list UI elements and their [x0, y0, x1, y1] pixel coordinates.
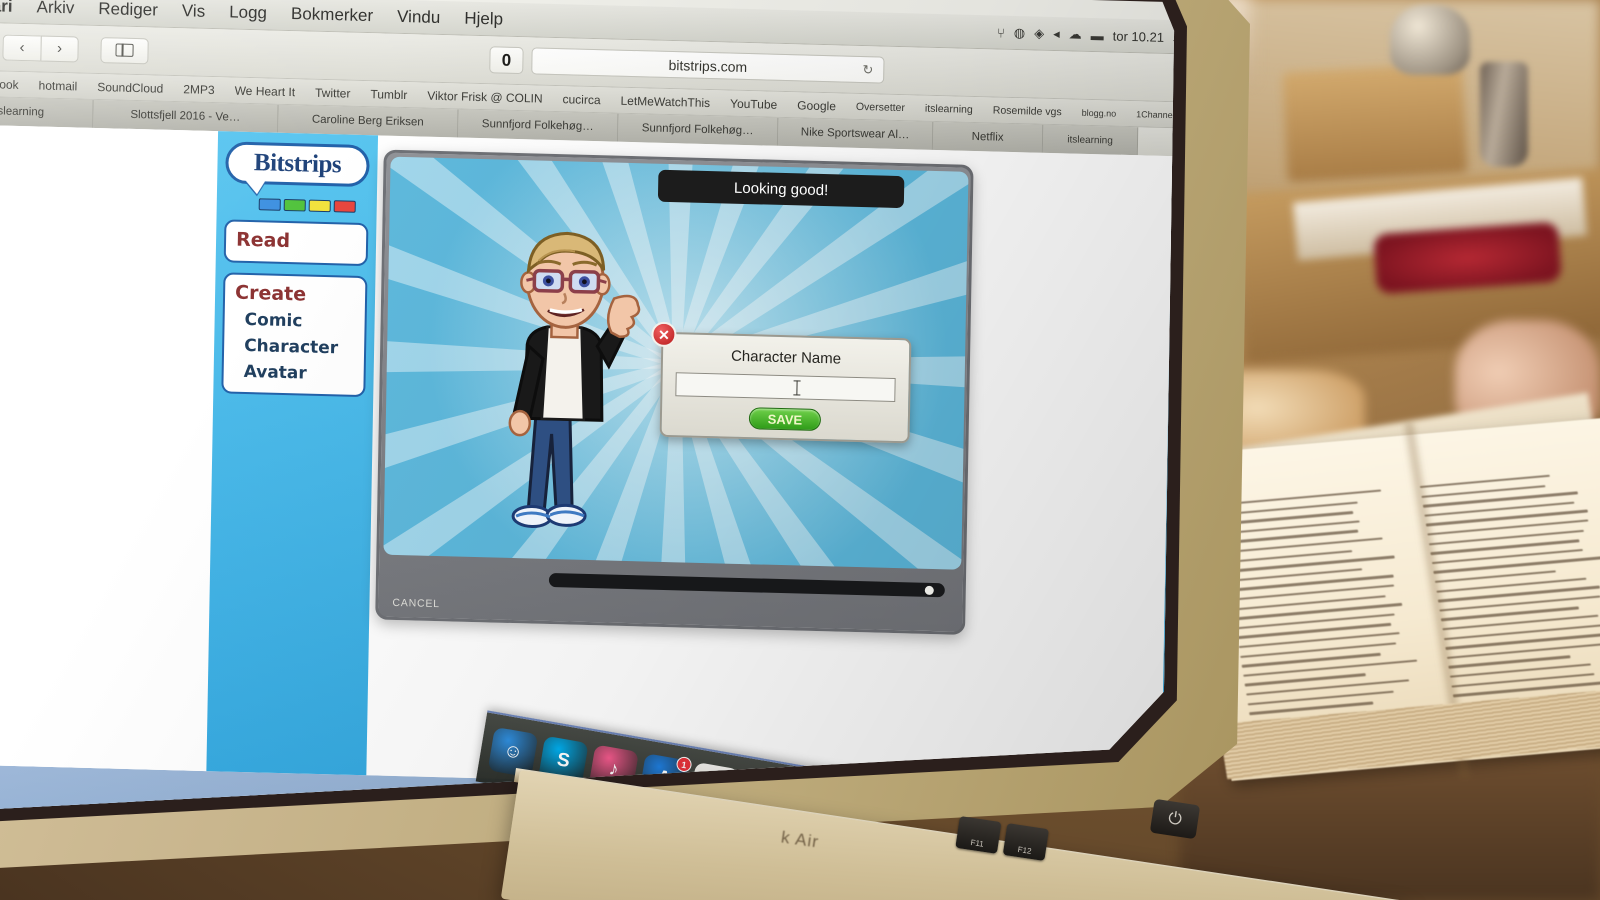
- key-f12[interactable]: F12: [1003, 823, 1049, 861]
- bookmark-item[interactable]: SoundCloud: [97, 79, 163, 95]
- browser-tab[interactable]: Sunnfjord Folkehøg…: [618, 114, 778, 146]
- logo-color-squares: [259, 198, 369, 213]
- bitstrips-logo[interactable]: Bitstrips: [225, 141, 370, 187]
- key-f11[interactable]: F11: [955, 816, 1001, 854]
- bookmark-item[interactable]: Tumblr: [370, 87, 407, 102]
- menu-item-vindu[interactable]: Vindu: [397, 6, 441, 27]
- volume-icon[interactable]: ◂: [1053, 26, 1060, 42]
- menu-item-safari[interactable]: Safari: [0, 0, 13, 16]
- photo-scene: Safari Arkiv Rediger Vis Logg Bokmerker …: [0, 0, 1600, 900]
- browser-tab[interactable]: Netflix: [933, 122, 1043, 153]
- create-item-avatar[interactable]: Avatar: [233, 359, 353, 388]
- logo-color-square: [309, 200, 331, 213]
- background-jug: [1480, 62, 1528, 167]
- sidebar-toggle-button[interactable]: [100, 37, 148, 64]
- bookmark-item[interactable]: cucirca: [562, 92, 600, 107]
- avatar-stage: Looking good! ✕ Character Name SAVE: [383, 157, 968, 570]
- bitstrips-logo-text: Bitstrips: [236, 149, 358, 180]
- bluetooth-icon[interactable]: ⑂: [997, 25, 1005, 40]
- macbook-air: Safari Arkiv Rediger Vis Logg Bokmerker …: [0, 0, 1250, 900]
- zoom-slider[interactable]: [549, 573, 945, 597]
- bookmark-item[interactable]: Facebook: [0, 76, 19, 91]
- cancel-button[interactable]: CANCEL: [392, 597, 440, 610]
- sidebar-toggle-icon: [115, 43, 133, 56]
- create-card: Create Comic Character Avatar: [221, 272, 367, 397]
- bookmark-item[interactable]: blogg.no: [1082, 107, 1117, 118]
- laptop-screen: Safari Arkiv Rediger Vis Logg Bokmerker …: [0, 0, 1216, 850]
- bookmark-item[interactable]: Rosemilde vgs: [993, 104, 1062, 118]
- bookmark-item[interactable]: Viktor Frisk @ COLIN: [427, 88, 543, 105]
- bookmark-item[interactable]: hotmail: [38, 78, 77, 93]
- forward-button[interactable]: ›: [40, 35, 78, 62]
- privacy-shield-icon[interactable]: 0: [489, 46, 523, 74]
- bookmark-item[interactable]: YouTube: [730, 96, 777, 111]
- avatar-editor: Looking good! ✕ Character Name SAVE CANC…: [375, 150, 973, 635]
- background-chair: [1282, 63, 1468, 182]
- bookmark-item[interactable]: Twitter: [315, 85, 351, 100]
- address-bar-url: bitstrips.com: [668, 56, 747, 74]
- zoom-slider-knob[interactable]: [925, 585, 934, 594]
- bookmark-item[interactable]: We Heart It: [235, 83, 296, 99]
- menu-item-logg[interactable]: Logg: [229, 2, 267, 23]
- dropbox-icon[interactable]: ◈: [1034, 26, 1044, 42]
- close-icon[interactable]: ✕: [651, 322, 676, 348]
- logo-color-square: [284, 199, 306, 212]
- logo-color-square: [259, 198, 281, 211]
- logo-speech-tail: [244, 179, 266, 195]
- bookmark-item[interactable]: itslearning: [925, 102, 973, 115]
- menubar-clock[interactable]: tor 10.21: [1113, 28, 1165, 44]
- web-page: Bitstrips Read Create Comic Character Av…: [0, 124, 1213, 797]
- bookmark-item[interactable]: Oversetter: [856, 100, 905, 113]
- power-button[interactable]: ⏻: [1150, 799, 1201, 839]
- menu-item-rediger[interactable]: Rediger: [98, 0, 158, 20]
- page-left-margin: [0, 124, 218, 771]
- bookmark-item[interactable]: 2MP3: [183, 82, 215, 97]
- bookmark-item[interactable]: 1Channel: [1136, 109, 1175, 120]
- save-button[interactable]: SAVE: [749, 407, 821, 431]
- dialog-title: Character Name: [663, 346, 909, 369]
- character-name-dialog: ✕ Character Name SAVE: [660, 332, 912, 444]
- timemachine-icon[interactable]: ◍: [1014, 25, 1026, 41]
- menu-item-bokmerker[interactable]: Bokmerker: [291, 4, 374, 26]
- browser-tab[interactable]: itslearning: [1043, 125, 1138, 155]
- logo-color-square: [334, 200, 356, 213]
- create-header: Create: [235, 282, 355, 307]
- read-label: Read: [236, 229, 356, 254]
- wifi-icon[interactable]: ☁: [1069, 26, 1082, 42]
- editor-container: Looking good! ✕ Character Name SAVE CANC…: [366, 135, 1212, 797]
- character-avatar[interactable]: [481, 217, 647, 561]
- browser-tab[interactable]: itslearning: [0, 96, 94, 128]
- browser-tab[interactable]: Nike Sportswear Al…: [778, 118, 933, 150]
- create-item-comic[interactable]: Comic: [234, 307, 354, 336]
- browser-tab[interactable]: Sunnfjord Folkehøg…: [458, 109, 618, 141]
- reload-icon[interactable]: ↻: [862, 62, 873, 78]
- character-name-input[interactable]: [675, 372, 895, 402]
- menu-item-vis[interactable]: Vis: [182, 1, 206, 22]
- background-teapot: [1390, 5, 1470, 75]
- bookmark-item[interactable]: LetMeWatchThis: [620, 93, 710, 109]
- create-item-character[interactable]: Character: [234, 333, 354, 362]
- bitstrips-sidebar: Bitstrips Read Create Comic Character Av…: [206, 131, 378, 775]
- back-button[interactable]: ‹: [2, 34, 40, 61]
- address-bar[interactable]: bitstrips.com ↻: [531, 47, 884, 83]
- menu-item-arkiv[interactable]: Arkiv: [36, 0, 74, 18]
- menu-item-hjelp[interactable]: Hjelp: [464, 8, 503, 29]
- dock-badge: 1: [675, 756, 692, 773]
- bookmark-item[interactable]: Google: [797, 98, 836, 113]
- nav-button-group: ‹ ›: [2, 34, 78, 62]
- battery-icon[interactable]: ▬: [1091, 27, 1104, 42]
- background-red-cloth: [1373, 222, 1562, 295]
- status-toast: Looking good!: [658, 170, 905, 208]
- text-caret-icon: [796, 380, 797, 395]
- read-card[interactable]: Read: [224, 219, 369, 266]
